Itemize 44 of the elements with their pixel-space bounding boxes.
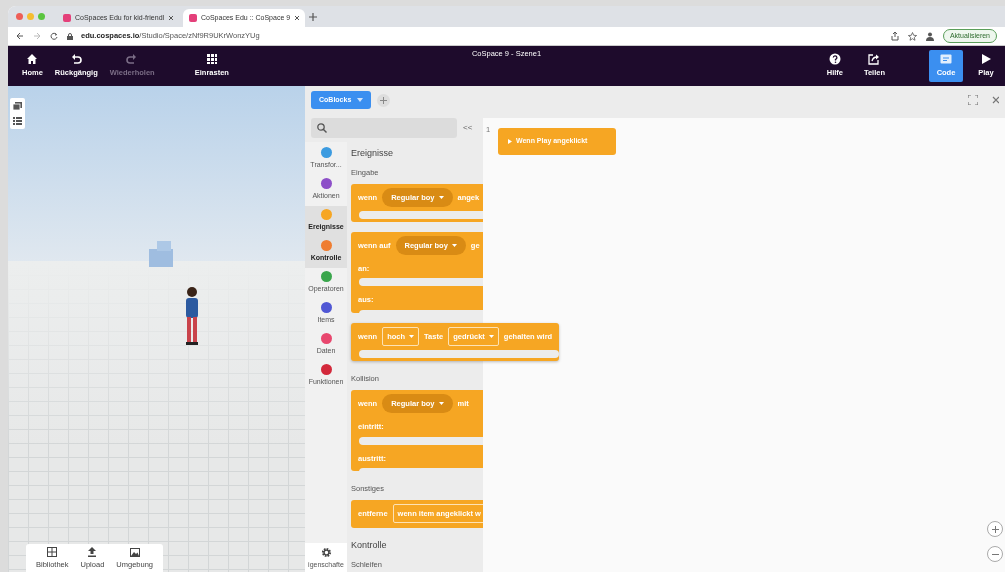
caret-icon (357, 98, 364, 102)
close-icon[interactable] (294, 15, 301, 21)
profile-icon[interactable] (925, 31, 934, 41)
fullscreen-icon[interactable] (968, 95, 978, 105)
play-icon (508, 138, 512, 144)
layers-icon[interactable] (13, 102, 22, 111)
share-icon (868, 53, 881, 66)
caret-icon (438, 195, 444, 199)
landscape-icon (129, 546, 140, 557)
new-tab-icon[interactable] (309, 12, 317, 21)
library-icon (47, 546, 58, 557)
help-icon (828, 53, 841, 66)
section-heading: Kontrolle (351, 539, 388, 553)
close-icon[interactable] (992, 96, 999, 104)
caret-icon (488, 334, 494, 338)
share-icon[interactable] (890, 31, 899, 41)
plus-icon (991, 525, 999, 533)
redo-icon (126, 53, 139, 66)
settings-icon (320, 546, 332, 558)
add-button[interactable] (377, 93, 391, 107)
star-icon[interactable] (907, 31, 917, 41)
caret-icon (438, 402, 444, 406)
code-icon (940, 53, 952, 66)
search-field[interactable] (311, 118, 457, 138)
cube-object-drawing (149, 241, 173, 267)
undo-icon (70, 53, 83, 66)
grid-icon (205, 53, 218, 66)
caret-icon (409, 334, 415, 338)
zoom-in-button[interactable] (987, 521, 1003, 537)
home-icon (26, 53, 39, 66)
plus-icon (380, 96, 388, 104)
close-icon[interactable] (168, 15, 175, 21)
upload-icon (87, 546, 98, 557)
reload-icon[interactable] (50, 32, 58, 40)
back-icon[interactable] (16, 32, 24, 40)
section-heading: Ereignisse (351, 147, 395, 160)
lock-icon (67, 32, 73, 40)
collapse-button[interactable]: << (463, 122, 473, 134)
play-icon (980, 53, 992, 66)
list-icon[interactable] (13, 117, 22, 125)
character-figure-drawing (184, 286, 200, 346)
search-icon (317, 123, 327, 133)
zoom-out-button[interactable] (987, 546, 1003, 562)
caret-icon (451, 244, 457, 248)
